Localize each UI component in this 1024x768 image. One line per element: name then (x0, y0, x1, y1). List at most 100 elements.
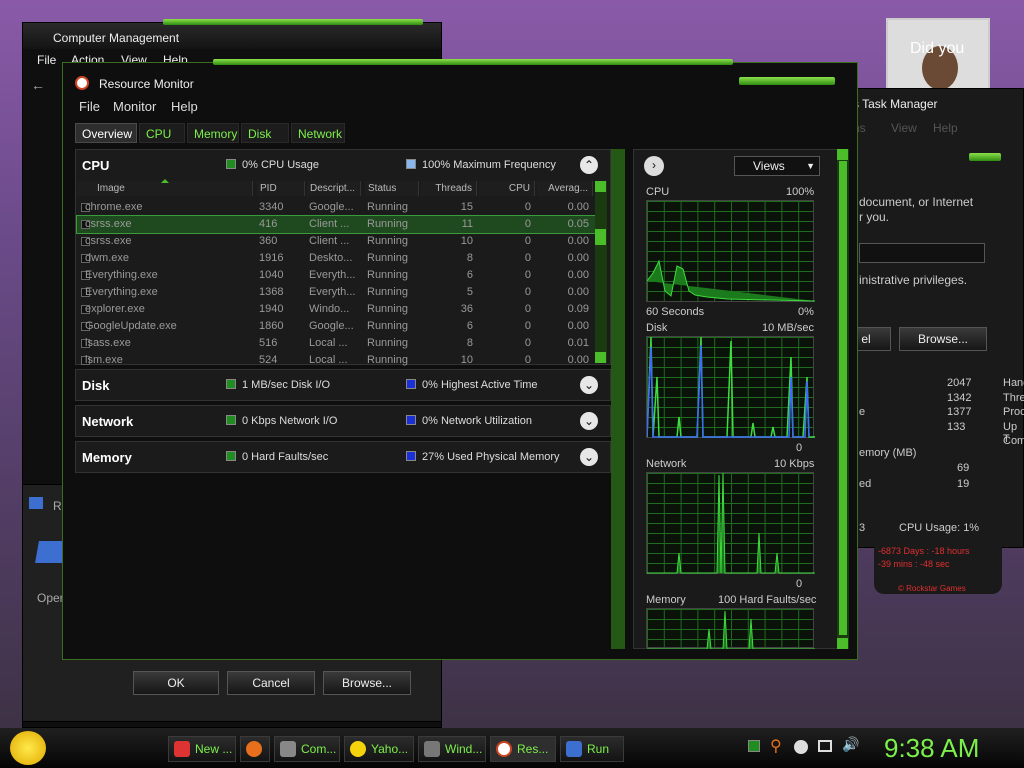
table-row[interactable]: csrss.exe 360 Client ... Running 10 0 0.00 (77, 233, 595, 250)
rm-menu-monitor[interactable]: Monitor (113, 99, 156, 114)
cpu-section-title[interactable]: CPU (82, 158, 109, 173)
table-cell: explorer.exe (85, 303, 145, 315)
scroll-down-button[interactable] (595, 352, 606, 363)
col-status[interactable]: Status (365, 181, 419, 196)
table-row[interactable]: dwm.exe 1916 Deskto... Running 8 0 0.00 (77, 250, 595, 267)
back-arrow-icon[interactable]: ← (31, 77, 45, 93)
sort-arrow-icon (161, 179, 169, 183)
table-cell: 0 (524, 337, 531, 349)
seconds-label: 60 Seconds (646, 306, 705, 318)
cpu-graph-plot (646, 259, 816, 302)
rm-menu-help[interactable]: Help (171, 99, 198, 114)
tray-volume-icon[interactable]: 🔊 (842, 736, 859, 753)
views-dropdown[interactable]: Views ▼ (734, 156, 820, 176)
tray-search-icon[interactable]: ⚲ (770, 736, 782, 756)
rm-window-controls[interactable] (739, 77, 835, 85)
cm-menu-file[interactable]: File (37, 53, 56, 67)
run-cancel-button[interactable]: Cancel (227, 671, 315, 695)
tab-overview[interactable]: Overview (75, 123, 137, 143)
table-row[interactable]: lsm.exe 524 Local ... Running 10 0 0.00 (77, 352, 595, 369)
graph-scroll-thumb[interactable] (839, 161, 847, 635)
tm-browse-button[interactable]: Browse... (899, 327, 987, 351)
table-cell: 36 (460, 303, 473, 315)
col-threads[interactable]: Threads (421, 181, 477, 196)
table-cell: 0 (524, 235, 531, 247)
tm-text2: r you. (859, 210, 890, 224)
cpu-collapse-chevron-icon[interactable]: ⌃ (580, 156, 598, 174)
disk-io-swatch (226, 379, 236, 389)
memory-expand-chevron-icon[interactable]: ⌄ (580, 448, 598, 466)
table-row[interactable]: csrss.exe 416 Client ... Running 11 0 0.05 (76, 215, 596, 234)
tm-label-thre: Thre (1003, 392, 1024, 404)
network-expand-chevron-icon[interactable]: ⌄ (580, 412, 598, 430)
col-description[interactable]: Descript... (307, 181, 361, 196)
tray-network-icon[interactable] (818, 740, 832, 752)
taskbar: New ... Com... Yaho... Wind... Res... Ru… (0, 728, 1024, 768)
tm-menu-view[interactable]: View (891, 121, 917, 135)
tab-memory[interactable]: Memory (187, 123, 239, 143)
tab-network[interactable]: Network (291, 123, 345, 143)
taskbar-firefox[interactable] (240, 736, 270, 762)
taskbar-windows[interactable]: Wind... (418, 736, 486, 762)
table-cell: Running (367, 252, 408, 264)
memory-graph-label: Memory (646, 594, 686, 606)
rm-menu-file[interactable]: File (79, 99, 100, 114)
tray-status-icon[interactable] (794, 740, 808, 754)
col-pid[interactable]: PID (257, 181, 305, 196)
tm-menu-help[interactable]: Help (933, 121, 958, 135)
tm-label-hand: Hand (1003, 377, 1024, 389)
table-cell: Google... (309, 201, 354, 213)
table-row[interactable]: Everything.exe 1040 Everyth... Running 6 0 0.0… (77, 267, 595, 284)
graph-scroll-down-button[interactable] (837, 638, 848, 649)
scroll-thumb[interactable] (595, 229, 606, 245)
network-graph (646, 472, 815, 574)
disk-graph-plot (646, 336, 815, 438)
cm-titlebar[interactable]: Computer Management (23, 23, 441, 49)
table-row[interactable]: GoogleUpdate.exe 1860 Google... Running 6 0 0.… (77, 318, 595, 335)
network-section-title[interactable]: Network (82, 414, 133, 429)
memory-graph (646, 608, 815, 650)
taskbar-computer-management[interactable]: Com... (274, 736, 340, 762)
memory-section-title[interactable]: Memory (82, 450, 132, 465)
scroll-up-button[interactable] (595, 181, 606, 192)
table-row[interactable]: lsass.exe 516 Local ... Running 8 0 0.01 (77, 335, 595, 352)
tab-disk[interactable]: Disk (241, 123, 289, 143)
memory-used-swatch (406, 451, 416, 461)
table-row[interactable]: Everything.exe 1368 Everyth... Running 5 0 0.0… (77, 284, 595, 301)
network-section: Network 0 Kbps Network I/O 0% Network Ut… (75, 405, 611, 437)
start-button-smiley-icon[interactable] (10, 731, 46, 765)
disk-section-title[interactable]: Disk (82, 378, 109, 393)
table-cell: Running (367, 235, 408, 247)
taskbar-chrome[interactable]: New ... (168, 736, 236, 762)
taskbar-resource-monitor[interactable]: Res... (490, 736, 556, 762)
table-cell: Running (367, 286, 408, 298)
taskbar-clock[interactable]: 9:38 AM (884, 733, 979, 764)
tab-cpu[interactable]: CPU (139, 123, 185, 143)
tray-resource-icon[interactable] (748, 740, 760, 752)
disk-io-stat: 1 MB/sec Disk I/O (226, 379, 330, 391)
process-scrollbar[interactable] (595, 181, 607, 363)
network-graph-max: 10 Kbps (774, 458, 815, 470)
table-cell: Everything.exe (85, 286, 158, 298)
network-io-swatch (226, 415, 236, 425)
collapse-graphs-arrow-icon[interactable]: › (644, 156, 664, 176)
pane-splitter[interactable] (611, 149, 625, 649)
table-cell: Running (367, 201, 408, 213)
taskbar-yahoo[interactable]: Yaho... (344, 736, 414, 762)
col-cpu[interactable]: CPU (479, 181, 535, 196)
col-image[interactable]: Image (77, 181, 253, 196)
graph-scroll-up-button[interactable] (837, 149, 848, 160)
graph-scrollbar[interactable] (837, 149, 849, 649)
run-ok-button[interactable]: OK (133, 671, 219, 695)
table-cell: 3340 (259, 201, 284, 213)
tm-ed-label: ed (859, 478, 872, 490)
table-row[interactable]: chrome.exe 3340 Google... Running 15 0 0.00 (77, 199, 595, 216)
table-cell: Running (367, 354, 408, 366)
table-row[interactable]: explorer.exe 1940 Windo... Running 36 0 0.09 (77, 301, 595, 318)
col-average[interactable]: Averag... (537, 181, 593, 196)
tm-combo[interactable] (859, 243, 985, 263)
table-cell: Running (367, 303, 408, 315)
disk-expand-chevron-icon[interactable]: ⌄ (580, 376, 598, 394)
run-browse-button[interactable]: Browse... (323, 671, 411, 695)
taskbar-run[interactable]: Run (560, 736, 624, 762)
